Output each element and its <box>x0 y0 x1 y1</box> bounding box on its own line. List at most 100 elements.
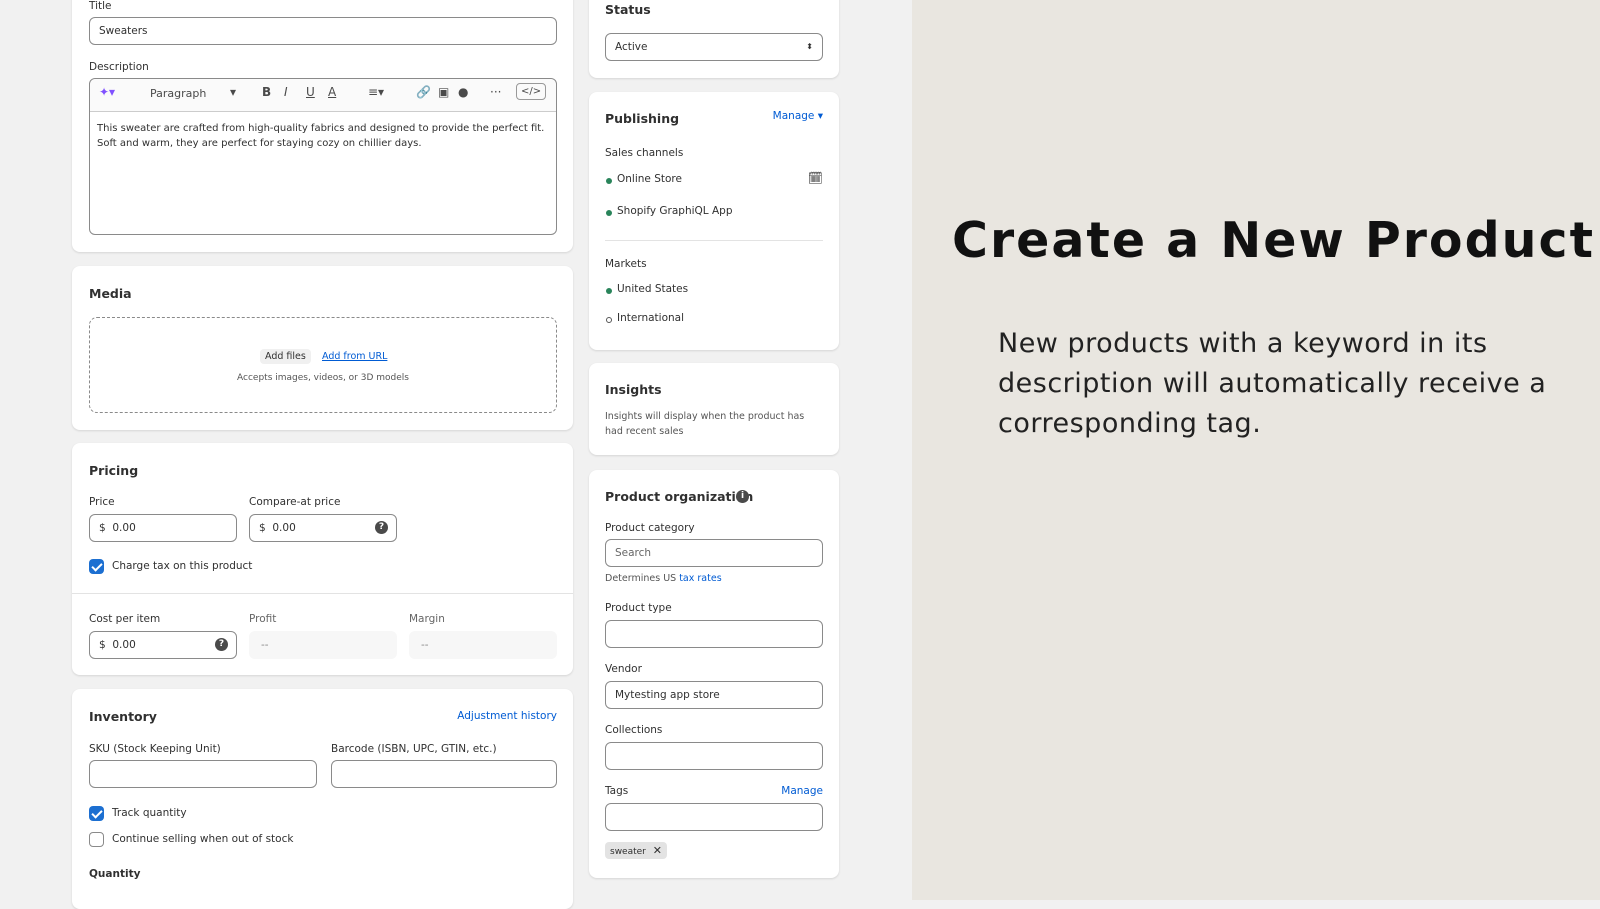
price-value: 0.00 <box>112 522 136 534</box>
publishing-manage-link[interactable]: Manage ▾ <box>773 110 823 122</box>
markets-label: Markets <box>605 258 647 270</box>
chevron-down-icon[interactable]: ▾ <box>230 85 236 99</box>
product-type-input[interactable] <box>605 620 823 648</box>
sku-label: SKU (Stock Keeping Unit) <box>89 743 221 755</box>
insights-heading: Insights <box>605 382 662 397</box>
price-label: Price <box>89 496 115 508</box>
inventory-heading: Inventory <box>89 709 157 724</box>
description-text[interactable]: This sweater are crafted from high-quali… <box>97 121 547 151</box>
title-input[interactable]: Sweaters <box>89 17 557 45</box>
collections-label: Collections <box>605 724 663 736</box>
inactive-dot <box>606 317 612 323</box>
tags-label: Tags <box>605 785 629 797</box>
market-international: International <box>617 312 685 324</box>
continue-selling-label: Continue selling when out of stock <box>112 833 294 845</box>
sku-input[interactable] <box>89 760 317 788</box>
product-organization-card: Product organization i Product category … <box>589 470 839 878</box>
charge-tax-checkbox[interactable] <box>89 559 104 574</box>
video-icon[interactable]: ● <box>458 85 468 99</box>
price-input[interactable]: $ 0.00 <box>89 514 237 542</box>
help-icon[interactable]: ? <box>375 521 388 534</box>
link-icon[interactable]: 🔗 <box>416 85 431 99</box>
compare-price-input[interactable]: $ 0.00? <box>249 514 397 542</box>
active-dot <box>606 178 612 184</box>
status-select[interactable]: Active ⬍ <box>605 33 823 61</box>
more-button[interactable]: ··· <box>490 85 501 99</box>
text-color-button[interactable]: A <box>328 85 336 99</box>
italic-button[interactable]: I <box>284 85 288 99</box>
description-editor: ✦▾ Paragraph ▾ B I U A ≡▾ 🔗 ▣ ● ··· </> … <box>89 78 557 235</box>
vendor-input[interactable]: Mytesting app store <box>605 681 823 709</box>
add-files-button[interactable]: Add files <box>260 349 311 364</box>
continue-selling-checkbox[interactable] <box>89 832 104 847</box>
currency-symbol: $ <box>99 639 106 651</box>
select-arrows-icon: ⬍ <box>806 42 813 51</box>
active-dot <box>606 210 612 216</box>
compare-price-value: 0.00 <box>272 522 296 534</box>
remove-tag-icon[interactable]: ✕ <box>653 844 662 857</box>
charge-tax-label: Charge tax on this product <box>112 560 253 572</box>
adjustment-history-link[interactable]: Adjustment history <box>457 710 557 722</box>
profit-label: Profit <box>249 613 277 625</box>
divider <box>605 240 823 241</box>
code-view-button[interactable]: </> <box>516 83 547 100</box>
manage-label: Manage <box>772 110 815 122</box>
help-icon[interactable]: ? <box>215 638 228 651</box>
inventory-card: Inventory Adjustment history SKU (Stock … <box>72 689 573 909</box>
info-icon[interactable]: i <box>736 490 749 503</box>
divider <box>72 593 573 594</box>
format-select[interactable]: Paragraph <box>150 87 206 100</box>
tag-label: sweater <box>610 847 646 857</box>
cost-value: 0.00 <box>112 639 136 651</box>
calendar-schedule-icon[interactable]: 🗓 <box>808 171 823 185</box>
add-from-url-link[interactable]: Add from URL <box>322 351 387 362</box>
image-icon[interactable]: ▣ <box>438 85 449 99</box>
tax-hint-text: Determines US <box>605 573 680 584</box>
cost-input[interactable]: $ 0.00? <box>89 631 237 659</box>
quantity-label: Quantity <box>89 868 141 880</box>
tags-input[interactable] <box>605 803 823 831</box>
tax-rates-link[interactable]: tax rates <box>679 573 721 584</box>
channel-graphiql-app: Shopify GraphiQL App <box>617 205 733 217</box>
status-card: Status Active ⬍ <box>589 0 839 78</box>
underline-button[interactable]: U <box>306 85 315 99</box>
currency-symbol: $ <box>259 522 266 534</box>
product-details-card: Title Sweaters Description ✦▾ Paragraph … <box>72 0 573 252</box>
currency-symbol: $ <box>99 522 106 534</box>
barcode-input[interactable] <box>331 760 557 788</box>
title-label: Title <box>89 0 112 12</box>
vendor-label: Vendor <box>605 663 642 675</box>
status-value: Active <box>615 41 648 53</box>
category-search-input[interactable]: Search <box>605 539 823 567</box>
promo-subtitle: New products with a keyword in its descr… <box>998 328 1547 439</box>
collections-input[interactable] <box>605 742 823 770</box>
editor-toolbar: ✦▾ Paragraph ▾ B I U A ≡▾ 🔗 ▣ ● ··· </> <box>90 79 556 112</box>
pricing-card: Pricing Price $ 0.00 Compare-at price $ … <box>72 443 573 675</box>
profit-value: -- <box>249 631 397 659</box>
insights-card: Insights Insights will display when the … <box>589 363 839 455</box>
publishing-card: Publishing Manage ▾ Sales channels Onlin… <box>589 92 839 350</box>
category-label: Product category <box>605 522 695 534</box>
promo-panel <box>912 0 1600 900</box>
active-dot <box>606 288 612 294</box>
sales-channels-label: Sales channels <box>605 147 684 159</box>
tags-manage-link[interactable]: Manage <box>781 785 823 797</box>
pricing-heading: Pricing <box>89 463 139 478</box>
media-card: Media Add files Add from URL Accepts ima… <box>72 266 573 430</box>
cost-label: Cost per item <box>89 613 161 625</box>
barcode-label: Barcode (ISBN, UPC, GTIN, etc.) <box>331 743 497 755</box>
media-dropzone[interactable]: Add files Add from URL Accepts images, v… <box>89 317 557 413</box>
track-quantity-label: Track quantity <box>112 807 187 819</box>
status-heading: Status <box>605 2 651 17</box>
insights-text: Insights will display when the product h… <box>605 411 805 437</box>
ai-sparkle-icon[interactable]: ✦▾ <box>99 85 115 99</box>
promo-title: Create a New Product <box>952 212 1596 269</box>
align-icon[interactable]: ≡▾ <box>368 85 384 99</box>
bold-button[interactable]: B <box>262 85 271 99</box>
product-type-label: Product type <box>605 602 672 614</box>
media-hint: Accepts images, videos, or 3D models <box>237 373 409 383</box>
publishing-heading: Publishing <box>605 111 680 126</box>
margin-label: Margin <box>409 613 445 625</box>
admin-screenshot: Title Sweaters Description ✦▾ Paragraph … <box>0 0 912 909</box>
track-quantity-checkbox[interactable] <box>89 806 104 821</box>
